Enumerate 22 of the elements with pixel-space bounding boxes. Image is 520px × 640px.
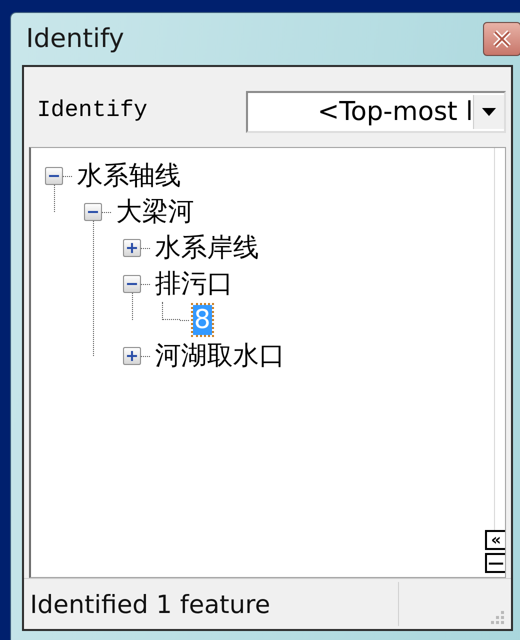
close-button[interactable]: [483, 22, 520, 56]
tree-item[interactable]: 水系轴线: [76, 161, 182, 191]
collapse-toggle[interactable]: [84, 203, 102, 221]
tree-item[interactable]: 水系岸线: [154, 233, 260, 263]
tree-item[interactable]: 河湖取水口: [154, 341, 286, 371]
plus-icon: [126, 242, 138, 254]
layer-dropdown[interactable]: <Top-most l: [246, 91, 506, 133]
collapse-toggle[interactable]: [123, 275, 141, 293]
identify-from-label: Identify: [36, 96, 148, 123]
dropdown-arrow-icon: [480, 106, 498, 118]
panel-button[interactable]: «: [485, 530, 505, 550]
panel-button[interactable]: —: [485, 553, 505, 573]
resize-grip-icon: [489, 609, 505, 625]
window-title: Identify: [25, 24, 124, 54]
tree-item[interactable]: 大梁河: [115, 197, 195, 227]
plus-icon: [126, 350, 138, 362]
collapse-toggle[interactable]: [45, 167, 63, 185]
close-icon: [491, 29, 513, 49]
expand-toggle[interactable]: [123, 347, 141, 365]
expand-toggle[interactable]: [123, 239, 141, 257]
status-text: Identified 1 feature: [30, 590, 272, 618]
tree-item[interactable]: 排污口: [154, 269, 234, 299]
